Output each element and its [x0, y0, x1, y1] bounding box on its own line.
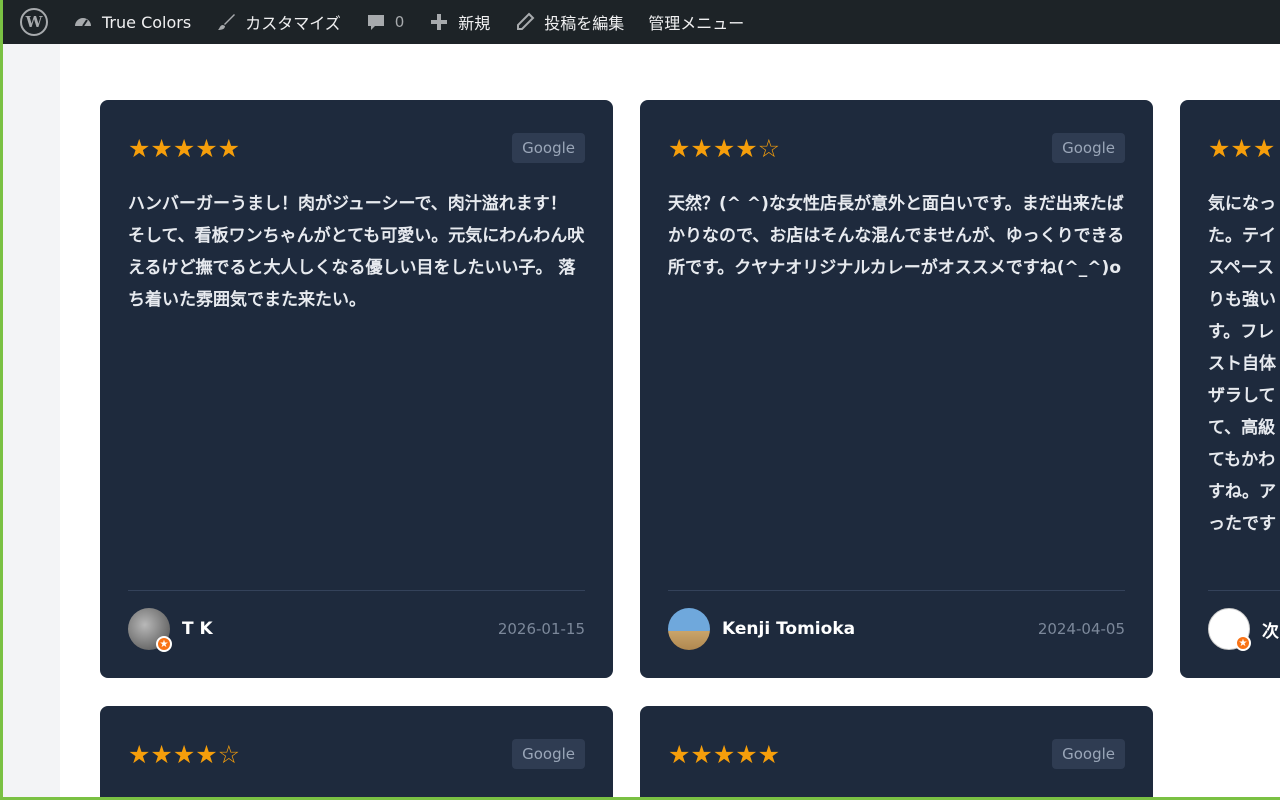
- new-content-menu[interactable]: 新規: [416, 0, 502, 44]
- comment-icon: [365, 11, 387, 33]
- review-date: 2026-01-15: [497, 620, 585, 638]
- pencil-icon: [514, 11, 536, 33]
- card-divider: [1208, 590, 1280, 591]
- card-divider: [128, 590, 585, 591]
- reviewer-name: T K: [182, 619, 213, 639]
- plus-icon: [428, 11, 450, 33]
- review-text: 気になっ た。テイ スペース りも強い す。フレ スト自体 ザラして て、高級 …: [1208, 194, 1276, 534]
- avatar: ★: [1208, 608, 1251, 651]
- reviewer-name: 次: [1262, 621, 1279, 642]
- source-badge: Google: [1052, 133, 1125, 163]
- admin-menu-label: 管理メニュー: [648, 14, 745, 33]
- local-guide-badge-icon: ★: [1235, 635, 1251, 651]
- brush-icon: [215, 11, 237, 33]
- admin-menu[interactable]: 管理メニュー: [636, 0, 756, 44]
- source-badge: Google: [1052, 739, 1125, 769]
- edit-post-label: 投稿を編集: [544, 14, 625, 33]
- review-card: ★★★★☆ Google 天然？(^ ^)な女性店長が意外と面白いです。まだ出来…: [640, 100, 1153, 678]
- new-label: 新規: [458, 14, 491, 33]
- star-rating: ★★★★★: [668, 740, 781, 769]
- card-divider: [668, 590, 1125, 591]
- star-rating: ★★★: [1208, 134, 1276, 163]
- source-badge: Google: [512, 133, 585, 163]
- reviewer-name: Kenji Tomioka: [722, 619, 856, 639]
- review-date: 2024-04-05: [1037, 620, 1125, 638]
- local-guide-badge-icon: ★: [156, 636, 172, 652]
- site-name-label: True Colors: [102, 12, 192, 32]
- review-footer: Kenji Tomioka 2024-04-05: [668, 607, 1125, 651]
- left-gutter: [3, 44, 60, 800]
- avatar: ★: [128, 608, 172, 652]
- star-rating: ★★★★☆: [128, 740, 241, 769]
- avatar: [668, 608, 710, 650]
- comments-menu[interactable]: 0: [353, 0, 417, 44]
- edit-post-menu[interactable]: 投稿を編集: [502, 0, 636, 44]
- wordpress-logo-icon: W: [20, 8, 48, 36]
- customize-label: カスタマイズ: [245, 14, 341, 33]
- wp-logo-menu[interactable]: W: [8, 0, 60, 44]
- star-rating: ★★★★☆: [668, 134, 781, 163]
- review-text: ハンバーガーうまし！肉がジューシーで、肉汁溢れます！ そして、看板ワンちゃんがと…: [128, 194, 585, 310]
- star-rating: ★★★★★: [128, 134, 241, 163]
- site-name-menu[interactable]: True Colors: [60, 0, 203, 44]
- comments-count: 0: [394, 13, 405, 31]
- review-card: ★★★★☆ Google: [100, 706, 613, 800]
- review-footer: ★ T K 2026-01-15: [128, 607, 585, 652]
- review-card: ★★★★★ Google: [640, 706, 1153, 800]
- review-footer: ★ 次: [1208, 607, 1279, 651]
- dashboard-icon: [72, 11, 94, 33]
- source-badge: Google: [512, 739, 585, 769]
- customize-menu[interactable]: カスタマイズ: [203, 0, 353, 44]
- admin-bar: W True Colors カスタマイズ 0 新規 投稿を編集 管理メニュー: [0, 0, 1280, 44]
- review-card: ★★★ 気になっ た。テイ スペース りも強い す。フレ スト自体 ザラして て…: [1180, 100, 1280, 678]
- review-text: 天然？(^ ^)な女性店長が意外と面白いです。まだ出来たばかりなので、お店はそん…: [668, 194, 1125, 278]
- review-card: ★★★★★ Google ハンバーガーうまし！肉がジューシーで、肉汁溢れます！ …: [100, 100, 613, 678]
